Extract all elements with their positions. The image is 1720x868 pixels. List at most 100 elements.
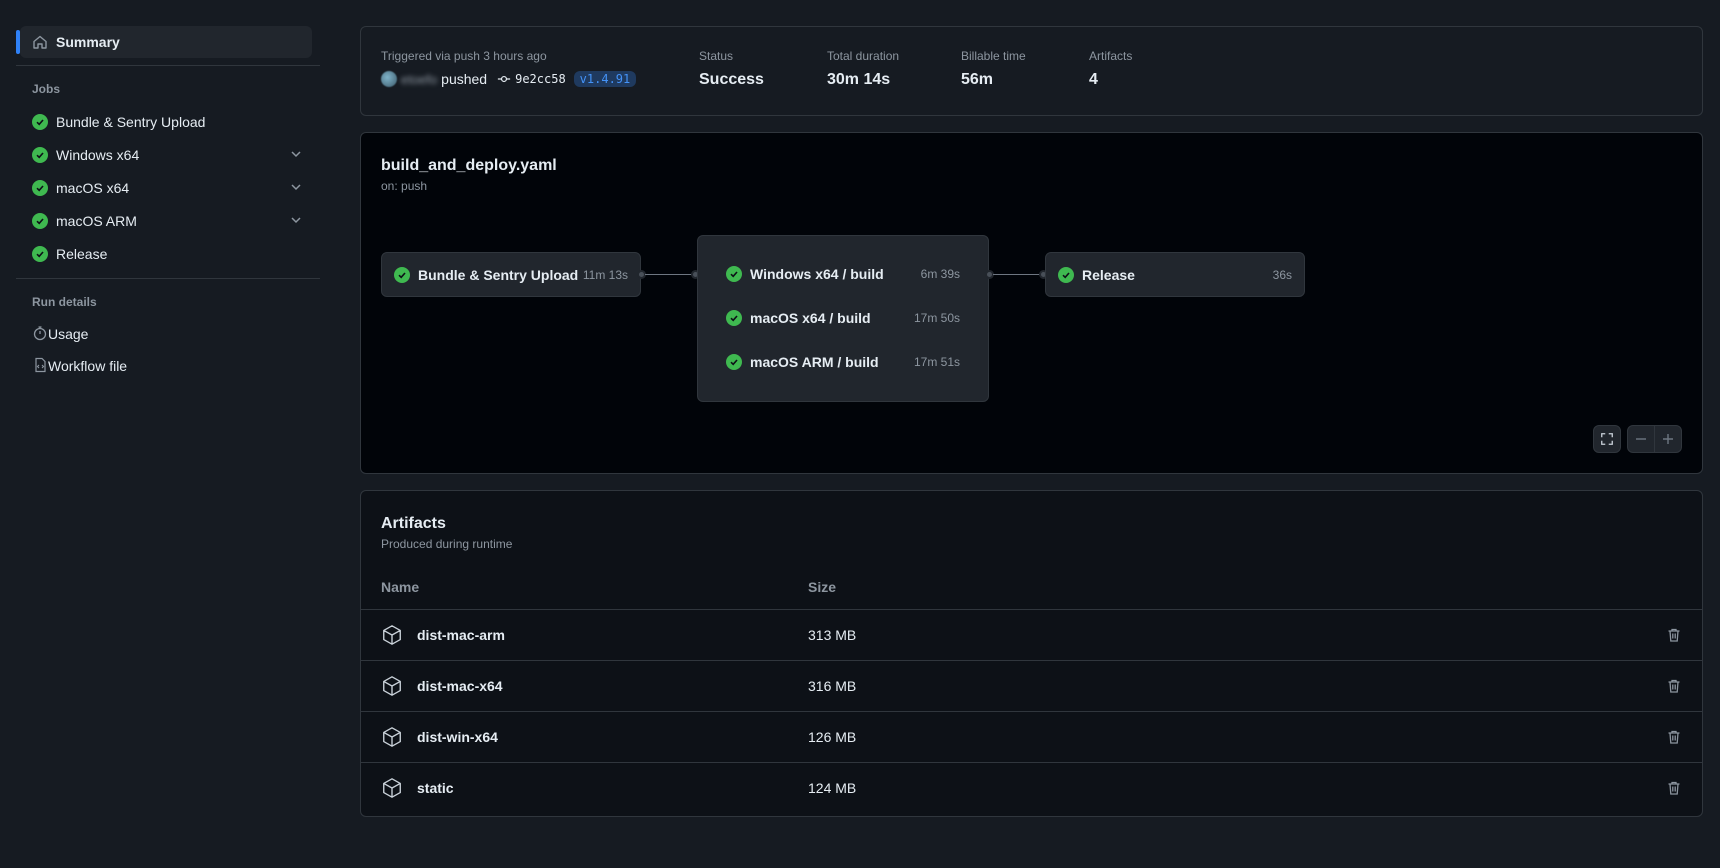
job-node-duration: 11m 13s [582,267,628,282]
sidebar-item-usage[interactable]: Usage [20,318,312,350]
sidebar-job-macos-arm[interactable]: macOS ARM [20,205,312,237]
package-icon [381,777,403,799]
chevron-down-icon[interactable] [288,179,304,198]
duration-label: Total duration [827,49,900,63]
job-label: macOS x64 [56,180,130,196]
fullscreen-button[interactable] [1593,425,1621,453]
sidebar-item-label: Summary [56,34,120,50]
billable-value: 56m [961,71,994,88]
artifact-name-link[interactable]: dist-mac-arm [417,627,505,643]
plus-icon [1663,434,1673,444]
sidebar: Summary Jobs Bundle & Sentry Upload Wind… [0,0,330,868]
zoom-out-button[interactable] [1627,425,1655,453]
check-circle-icon [1058,266,1074,283]
check-circle-icon [394,266,410,283]
check-circle-icon [726,354,742,370]
avatar[interactable] [381,71,397,87]
group-job-macos-arm[interactable]: macOS ARM / build 17m 51s [726,350,960,374]
commit-sha: 9e2cc58 [515,72,566,86]
artifact-name-link[interactable]: dist-mac-x64 [417,678,503,694]
stopwatch-icon [32,325,48,344]
workflow-file-title[interactable]: build_and_deploy.yaml [381,157,557,175]
billable-label: Billable time [961,49,1026,63]
sidebar-item-summary[interactable]: Summary [16,26,312,58]
job-label: Bundle & Sentry Upload [56,114,206,130]
sidebar-job-macos-x64[interactable]: macOS x64 [20,172,312,204]
job-label: macOS ARM [56,213,137,229]
artifact-size: 126 MB [808,729,857,745]
zoom-in-button[interactable] [1654,425,1682,453]
job-node-release[interactable]: Release 36s [1045,252,1305,297]
minus-icon [1636,438,1646,440]
artifacts-card: Artifacts Produced during runtime Name S… [360,490,1703,817]
check-circle-icon [32,246,48,262]
status-col: Status Success [699,49,764,89]
artifacts-label: Artifacts [1089,49,1133,63]
package-icon [381,726,403,748]
commit-link[interactable]: 9e2cc58 [497,72,566,86]
job-node-duration: 6m 39s [920,267,960,281]
artifacts-count-col: Artifacts 4 [1089,49,1132,89]
artifact-size: 313 MB [808,627,857,643]
job-label: Windows x64 [56,147,140,163]
fullscreen-icon [1601,433,1613,445]
divider [16,278,320,279]
check-circle-icon [32,213,48,229]
group-job-windows[interactable]: Windows x64 / build 6m 39s [726,262,960,286]
actor-name[interactable]: etoefo [401,72,437,87]
home-icon [32,34,48,50]
check-circle-icon [32,147,48,163]
connector-line [993,274,1043,275]
job-node-duration: 36s [1272,267,1292,282]
group-job-macos-x64[interactable]: macOS x64 / build 17m 50s [726,306,960,330]
artifact-size: 316 MB [808,678,857,694]
column-header-size: Size [808,579,837,595]
chevron-down-icon[interactable] [288,212,304,231]
job-node-bundle[interactable]: Bundle & Sentry Upload 11m 13s [381,252,641,297]
job-node-label: Windows x64 / build [750,266,884,282]
sidebar-job-windows[interactable]: Windows x64 [20,139,312,171]
action-text: pushed [441,71,488,87]
check-circle-icon [32,180,48,196]
trash-icon[interactable] [1666,627,1682,643]
file-code-icon [32,357,48,376]
sidebar-item-workflow-file[interactable]: Workflow file [20,350,312,382]
artifacts-subtitle: Produced during runtime [381,537,513,551]
check-circle-icon [726,310,742,326]
table-row: dist-win-x64 126 MB [361,711,1702,762]
package-icon [381,624,403,646]
duration-col: Total duration 30m 14s [827,49,899,89]
artifact-size: 124 MB [808,780,857,796]
trigger-info: Triggered via push 3 hours ago etoefo pu… [381,49,637,87]
trash-icon[interactable] [1666,729,1682,745]
package-icon [381,675,403,697]
connector-line [645,274,695,275]
trash-icon[interactable] [1666,780,1682,796]
chevron-down-icon[interactable] [288,146,304,165]
artifact-name-link[interactable]: dist-win-x64 [417,729,498,745]
matrix-job-group: Windows x64 / build 6m 39s macOS x64 / b… [697,235,989,402]
trigger-text: Triggered via push 3 hours ago [381,49,547,63]
check-circle-icon [32,114,48,130]
usage-label: Usage [48,326,89,342]
status-value: Success [699,71,764,88]
duration-value: 30m 14s [827,71,891,88]
status-label: Status [699,49,734,63]
workflow-file-label: Workflow file [48,358,128,374]
table-row: dist-mac-arm 313 MB [361,609,1702,660]
job-node-label: macOS ARM / build [750,354,879,370]
workflow-graph-card: build_and_deploy.yaml on: push Bundle & … [360,132,1703,474]
workflow-trigger: on: push [381,179,428,193]
artifact-name-link[interactable]: static [417,780,454,796]
run-details-heading: Run details [32,295,97,309]
job-label: Release [56,246,108,262]
run-summary-card: Triggered via push 3 hours ago etoefo pu… [360,26,1703,116]
job-node-duration: 17m 51s [913,355,960,369]
trash-icon[interactable] [1666,678,1682,694]
sidebar-job-release[interactable]: Release [20,238,312,270]
active-indicator [16,30,20,54]
column-header-name: Name [381,579,420,595]
tag-badge[interactable]: v1.4.91 [573,71,637,87]
job-node-label: Bundle & Sentry Upload [418,266,579,283]
sidebar-job-bundle[interactable]: Bundle & Sentry Upload [20,106,312,138]
